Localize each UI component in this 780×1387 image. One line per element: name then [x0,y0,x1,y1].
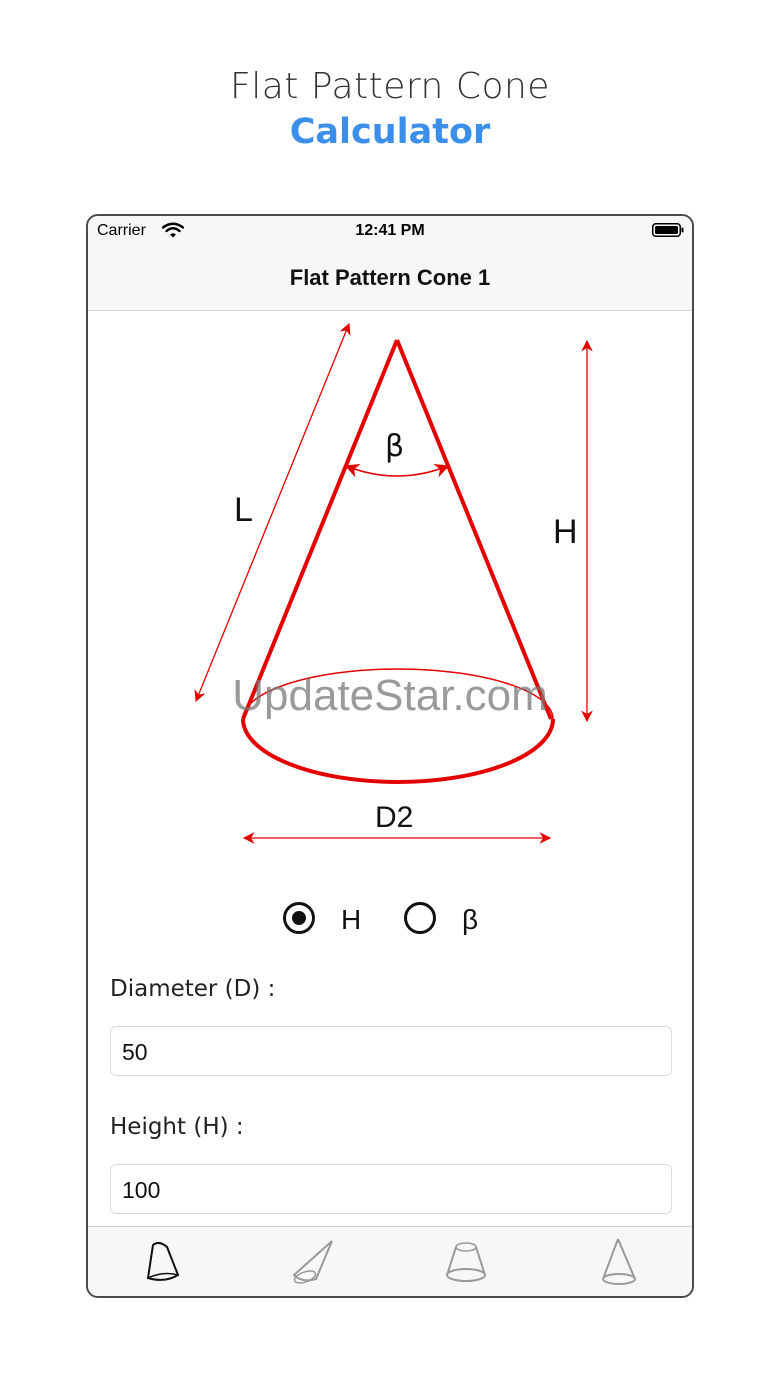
height-input[interactable]: 100 [110,1164,672,1214]
angle-label: β [385,429,404,464]
radio-angle-label: β [462,904,479,935]
radio-selected-dot [292,911,306,925]
radio-height-label: H [341,904,362,935]
height-label-text: Height (H) : [110,1114,244,1140]
mode-selector: H β [88,896,692,944]
battery-icon [652,223,684,237]
diameter-label-text: Diameter (D) : [110,976,276,1002]
height-label: H [553,513,578,551]
nav-title: Flat Pattern Cone 1 [289,265,491,290]
status-time: 12:41 PM [355,222,425,239]
radio-angle[interactable] [404,902,436,934]
slant-label: L [234,491,253,529]
cone-diagram: L β H D2 [194,322,593,844]
tab-bar [88,1226,692,1296]
cone-side-icon[interactable] [284,1235,344,1289]
cone-frustum-icon[interactable] [133,1235,193,1289]
cone-icon[interactable] [588,1235,648,1289]
hero-title: Flat Pattern Cone [230,66,550,107]
diameter-label: D2 [375,801,413,834]
phone-frame: Carrier 12:41 PM Flat Pattern Cone 1 L β… [86,214,694,1298]
navigation-bar: Flat Pattern Cone 1 [88,248,692,311]
hero-subtitle: Calculator [289,112,491,152]
truncated-cone-icon[interactable] [436,1235,496,1289]
angle-arc [344,464,450,478]
radio-height[interactable] [283,902,315,934]
diameter-input[interactable]: 50 [110,1026,672,1076]
watermark: UpdateStar.com [232,671,548,720]
status-bar: Carrier 12:41 PM [88,216,692,248]
